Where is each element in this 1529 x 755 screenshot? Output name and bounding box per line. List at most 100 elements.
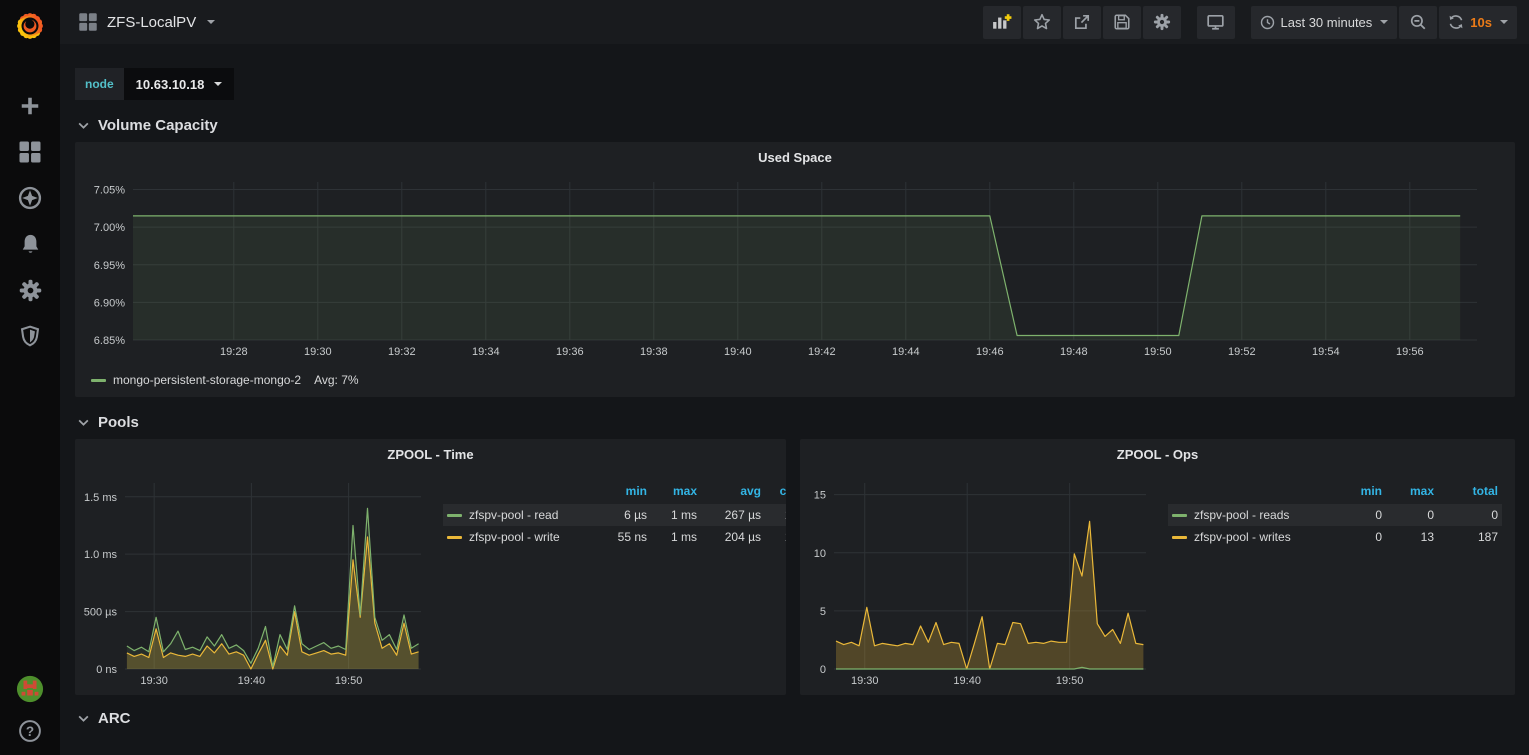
legend-series-toggle[interactable]: zfspv-pool - writes: [1168, 526, 1336, 548]
svg-text:19:44: 19:44: [892, 346, 920, 358]
legend-value: 0: [1386, 504, 1438, 526]
svg-text:19:36: 19:36: [556, 346, 584, 358]
legend-row-writes: zfspv-pool - writes 0 13 187: [1168, 526, 1502, 548]
section-title: Pools: [98, 414, 139, 431]
dashboard-settings-button[interactable]: [1143, 6, 1181, 39]
series-swatch: [447, 514, 462, 517]
svg-text:19:30: 19:30: [851, 675, 879, 687]
legend-row-reads: zfspv-pool - reads 0 0 0: [1168, 504, 1502, 526]
variable-node-value: 10.63.10.18: [136, 77, 205, 92]
legend-series-avg: Avg: 7%: [314, 373, 358, 387]
variable-node-label: node: [75, 68, 124, 100]
legend-value: 267 µs: [701, 504, 765, 526]
sidebar-item-create[interactable]: [16, 92, 44, 120]
svg-text:19:40: 19:40: [724, 346, 752, 358]
user-avatar[interactable]: [16, 675, 44, 703]
legend-value: 135 µs: [765, 526, 786, 548]
svg-text:19:38: 19:38: [640, 346, 668, 358]
svg-text:19:50: 19:50: [335, 675, 363, 687]
svg-text:19:32: 19:32: [388, 346, 416, 358]
legend-value: 187: [1438, 526, 1502, 548]
save-dashboard-button[interactable]: [1103, 6, 1141, 39]
sidebar-item-configuration[interactable]: [16, 276, 44, 304]
grafana-logo-icon: [14, 10, 46, 42]
time-range-label: Last 30 minutes: [1281, 15, 1373, 30]
legend-col-min[interactable]: min: [595, 481, 651, 504]
cycle-view-monitor-icon: [1206, 13, 1225, 31]
page-title: ZFS-LocalPV: [107, 14, 196, 31]
section-arc[interactable]: ARC: [77, 703, 1515, 733]
legend-col-max[interactable]: max: [1386, 481, 1438, 504]
legend-series-toggle[interactable]: zfspv-pool - write: [443, 526, 595, 548]
legend-series-toggle[interactable]: zfspv-pool - read: [443, 504, 595, 526]
section-pools[interactable]: Pools: [77, 407, 1515, 437]
svg-text:19:42: 19:42: [808, 346, 836, 358]
explore-compass-icon: [18, 186, 42, 210]
legend-value: 204 µs: [701, 526, 765, 548]
legend-col-current[interactable]: current: [765, 481, 786, 504]
used-space-chart[interactable]: 6.85%6.90%6.95%7.00%7.05%19:2819:3019:32…: [83, 176, 1507, 360]
dashboards-icon: [18, 140, 42, 164]
legend-col-max[interactable]: max: [651, 481, 701, 504]
refresh-button[interactable]: 10s: [1439, 6, 1517, 39]
time-range-picker[interactable]: Last 30 minutes: [1251, 6, 1398, 39]
svg-text:0: 0: [820, 664, 826, 676]
navbar: ZFS-LocalPV: [60, 0, 1529, 44]
section-title: ARC: [98, 710, 131, 727]
legend-col-total[interactable]: total: [1438, 481, 1502, 504]
dashboard-title-button[interactable]: ZFS-LocalPV: [78, 12, 215, 32]
zpool-ops-chart[interactable]: 05101519:3019:4019:50: [806, 477, 1154, 689]
add-panel-button[interactable]: [983, 6, 1021, 39]
panel-title[interactable]: ZPOOL - Ops: [800, 439, 1515, 462]
sidebar-item-server-admin[interactable]: [16, 322, 44, 350]
sidebar-item-explore[interactable]: [16, 184, 44, 212]
share-dashboard-button[interactable]: [1063, 6, 1101, 39]
zoom-out-time-button[interactable]: [1399, 6, 1437, 39]
svg-text:?: ?: [26, 724, 34, 739]
sidebar: ?: [0, 0, 60, 755]
zoom-out-icon: [1409, 13, 1427, 31]
legend-header-row: min max total: [1168, 481, 1502, 504]
used-space-legend: mongo-persistent-storage-mongo-2 Avg: 7%: [91, 373, 359, 387]
sidebar-bottom: ?: [16, 675, 44, 755]
svg-text:15: 15: [814, 490, 826, 502]
chevron-down-icon: [1380, 20, 1388, 24]
svg-text:19:48: 19:48: [1060, 346, 1088, 358]
svg-text:6.95%: 6.95%: [94, 260, 125, 272]
series-swatch: [447, 536, 462, 539]
grafana-app: ? ZFS-LocalPV: [0, 0, 1529, 755]
panel-title[interactable]: Used Space: [75, 142, 1515, 165]
navbar-actions: Last 30 minutes 10s: [983, 6, 1517, 39]
legend-series-name[interactable]: mongo-persistent-storage-mongo-2: [113, 373, 301, 387]
svg-text:7.05%: 7.05%: [94, 185, 125, 197]
main-area: ZFS-LocalPV: [60, 0, 1529, 755]
panel-zpool-time: ZPOOL - Time 0 ns500 µs1.0 ms1.5 ms19:30…: [75, 439, 786, 695]
chevron-down-icon: [77, 712, 90, 725]
variable-node-dropdown[interactable]: 10.63.10.18: [124, 68, 235, 100]
section-title: Volume Capacity: [98, 117, 218, 134]
grafana-logo[interactable]: [0, 0, 60, 52]
zpool-time-chart[interactable]: 0 ns500 µs1.0 ms1.5 ms19:3019:4019:50: [81, 477, 429, 689]
legend-value: 55 ns: [595, 526, 651, 548]
legend-col-min[interactable]: min: [1336, 481, 1386, 504]
chevron-down-icon: [77, 416, 90, 429]
legend-header-row: min max avg current: [443, 481, 786, 504]
panel-used-space: Used Space 6.85%6.90%6.95%7.00%7.05%19:2…: [75, 142, 1515, 397]
help-button[interactable]: ?: [16, 717, 44, 745]
svg-text:7.00%: 7.00%: [94, 222, 125, 234]
avatar-image: [16, 674, 44, 704]
panel-title[interactable]: ZPOOL - Time: [75, 439, 786, 462]
legend-value: 1 ms: [651, 526, 701, 548]
legend-row-read: zfspv-pool - read 6 µs 1 ms 267 µs 172 µ…: [443, 504, 786, 526]
svg-text:500 µs: 500 µs: [84, 607, 118, 619]
legend-value: 0: [1438, 504, 1502, 526]
sidebar-item-dashboards[interactable]: [16, 138, 44, 166]
cycle-view-mode-button[interactable]: [1197, 6, 1235, 39]
legend-value: 0: [1336, 504, 1386, 526]
section-volume-capacity[interactable]: Volume Capacity: [77, 110, 1515, 140]
legend-series-toggle[interactable]: zfspv-pool - reads: [1168, 504, 1336, 526]
sidebar-nav: [16, 92, 44, 350]
legend-col-avg[interactable]: avg: [701, 481, 765, 504]
sidebar-item-alerting[interactable]: [16, 230, 44, 258]
star-dashboard-button[interactable]: [1023, 6, 1061, 39]
